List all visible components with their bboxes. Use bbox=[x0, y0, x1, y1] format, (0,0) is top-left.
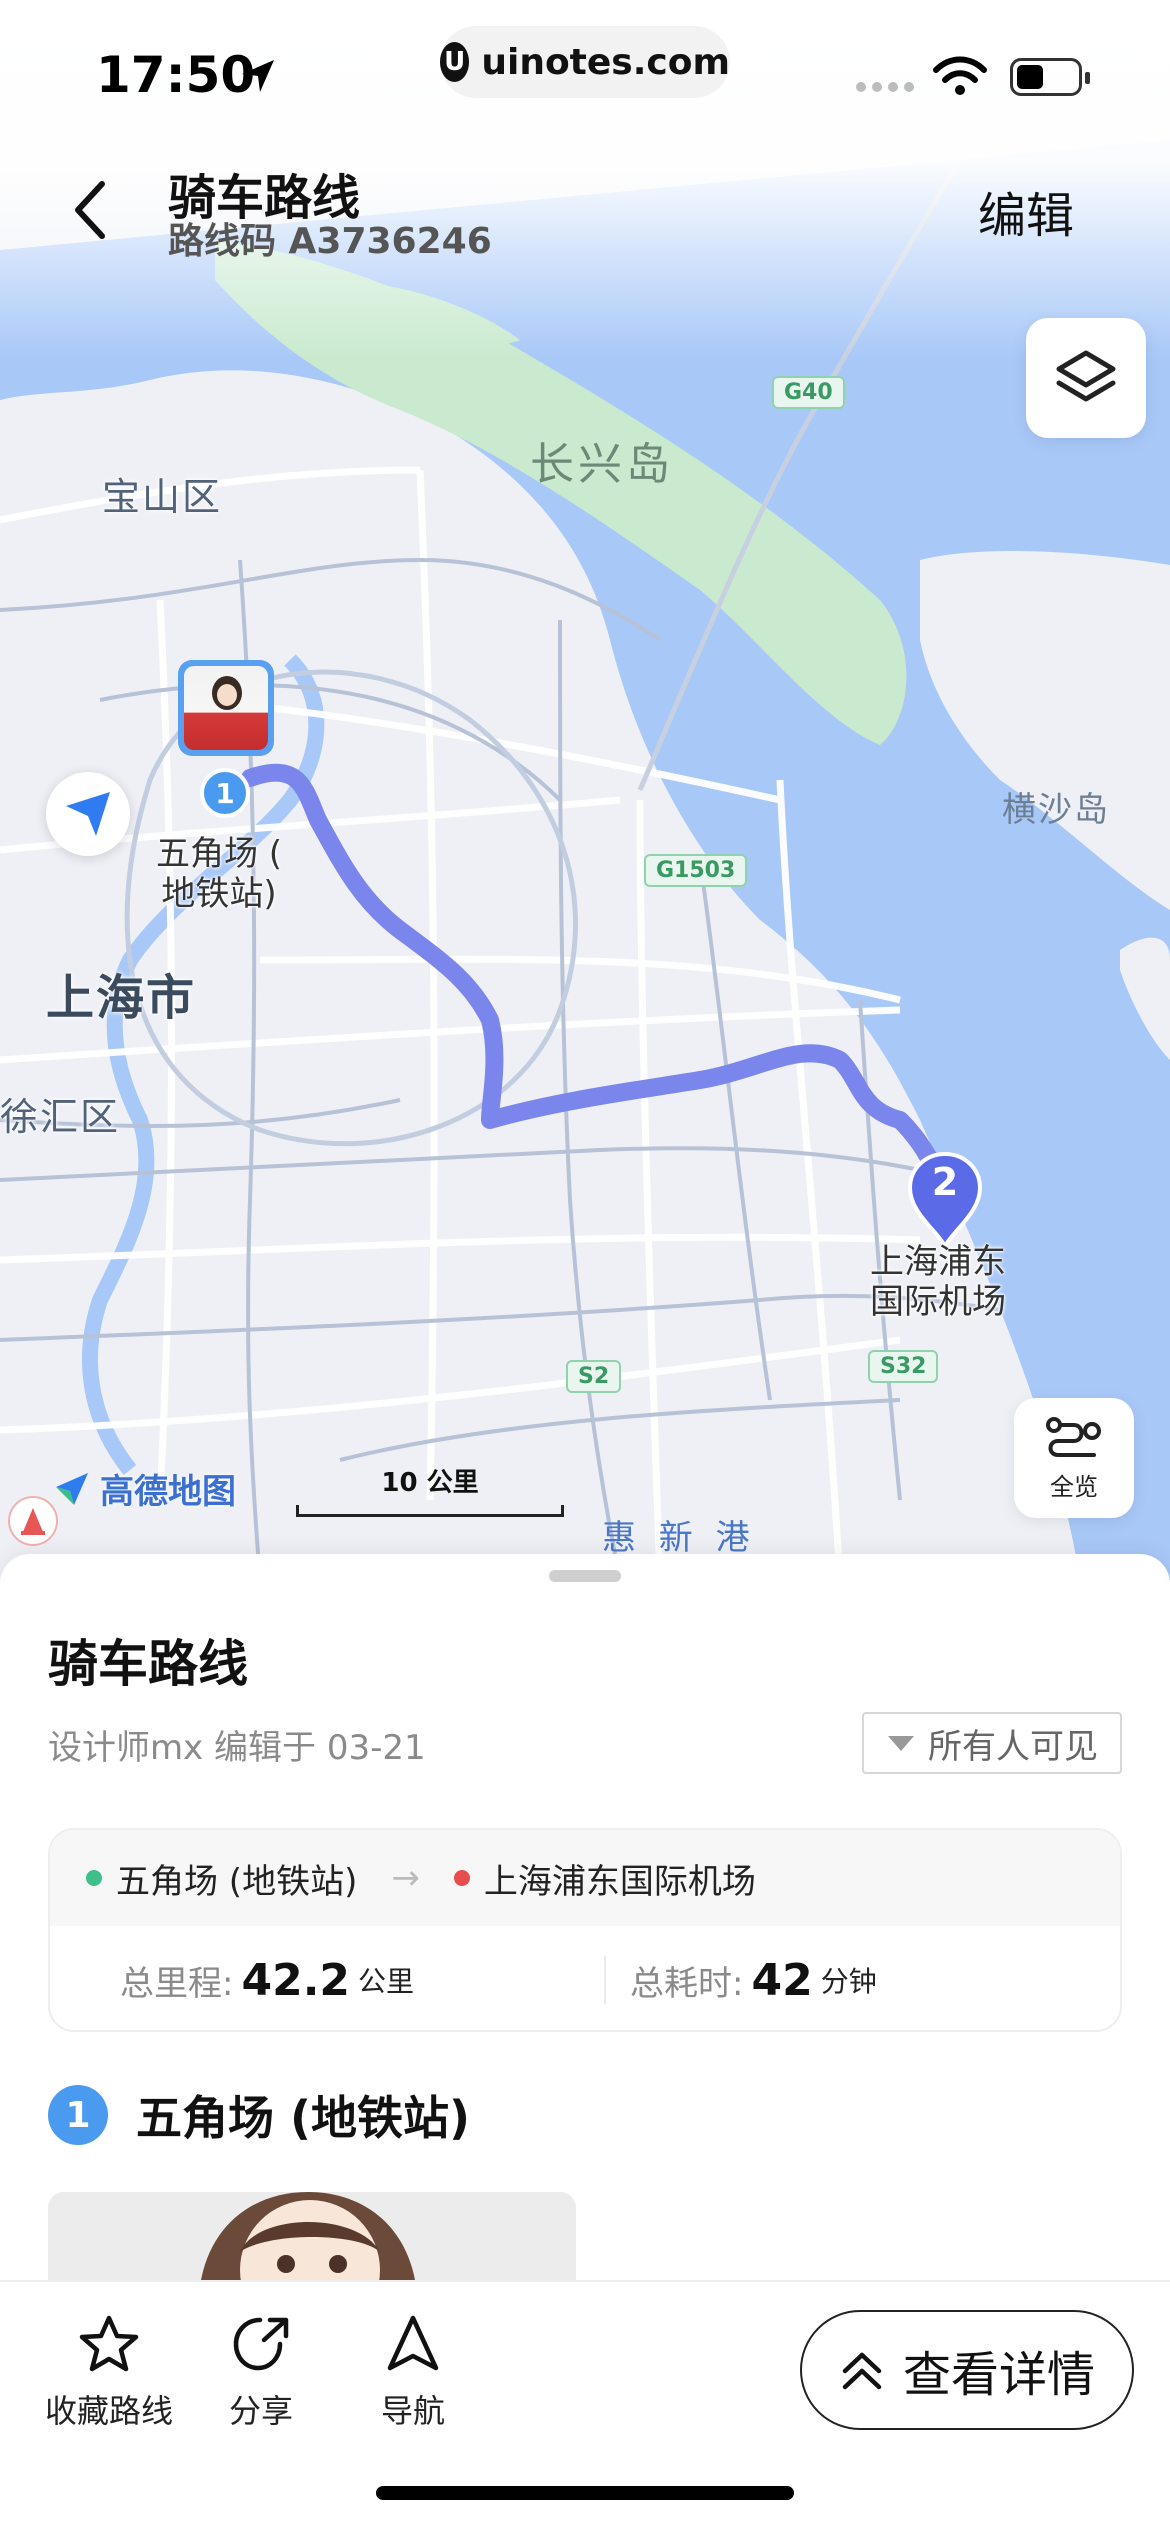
layers-icon bbox=[1056, 350, 1116, 402]
distance-unit: 公里 bbox=[358, 1965, 415, 1998]
double-chevron-up-icon bbox=[842, 2352, 882, 2390]
water-label-huixingang: 惠 新 港 bbox=[602, 1518, 756, 1558]
share-icon bbox=[233, 2317, 289, 2371]
start-label-line2: 地铁站) bbox=[161, 874, 277, 914]
overview-button[interactable]: 全览 bbox=[1014, 1398, 1134, 1518]
author-meta: 设计师mx 编辑于 03-21 bbox=[48, 1728, 426, 1768]
traffic-cone-icon[interactable] bbox=[8, 1496, 58, 1546]
star-icon bbox=[79, 2315, 139, 2372]
start-dot bbox=[86, 1870, 102, 1886]
edit-button[interactable]: 编辑 bbox=[978, 176, 1074, 246]
sheet-drag-handle[interactable] bbox=[549, 1570, 621, 1582]
location-arrow-icon bbox=[66, 792, 110, 836]
arrow-right-icon: → bbox=[391, 1858, 420, 1898]
island-label-hengsha: 横沙岛 bbox=[1002, 790, 1110, 830]
url-text: uinotes.com bbox=[481, 41, 730, 83]
stop-name: 五角场 (地铁站) bbox=[136, 2091, 471, 2145]
end-dot bbox=[453, 1870, 470, 1886]
navigate-label: 导航 bbox=[380, 2392, 445, 2430]
status-bar: 17:50 U uinotes.com bbox=[0, 0, 1170, 140]
highway-shield-s2: S2 bbox=[566, 1360, 622, 1393]
start-marker-label: 五角场 ( 地铁站) bbox=[156, 834, 282, 914]
distance-stat: 总里程: 42.2 公里 bbox=[120, 1926, 415, 2030]
favorite-label: 收藏路线 bbox=[44, 2392, 173, 2430]
navigation-arrow-icon bbox=[387, 2315, 439, 2371]
share-label: 分享 bbox=[228, 2392, 293, 2430]
route-summary-card: 五角场 (地铁站) → 上海浦东国际机场 总里程: 42.2 公里 总耗时: 4… bbox=[48, 1828, 1122, 2032]
favorite-route-button[interactable]: 收藏路线 bbox=[34, 2314, 184, 2432]
overview-label: 全览 bbox=[1050, 1472, 1098, 1501]
my-location-button[interactable] bbox=[46, 772, 130, 856]
duration-label: 总耗时: bbox=[630, 1963, 744, 2004]
duration-value: 42 bbox=[751, 1954, 813, 2006]
view-details-button[interactable]: 查看详情 bbox=[800, 2310, 1134, 2430]
start-photo-marker[interactable] bbox=[178, 660, 274, 756]
map-layers-button[interactable] bbox=[1026, 318, 1146, 438]
start-label-line1: 五角场 ( bbox=[156, 834, 283, 874]
map-scale: 10 公里 bbox=[296, 1462, 564, 1517]
chevron-left-icon bbox=[75, 181, 105, 239]
highway-shield-g1503: G1503 bbox=[644, 854, 748, 887]
caret-down-icon bbox=[888, 1736, 914, 1751]
visibility-label: 所有人可见 bbox=[928, 1726, 1098, 1767]
end-label-line2: 国际机场 bbox=[870, 1282, 1006, 1322]
view-details-label: 查看详情 bbox=[902, 2347, 1095, 2403]
url-pill[interactable]: U uinotes.com bbox=[440, 26, 730, 98]
duration-unit: 分钟 bbox=[820, 1965, 877, 1998]
highway-shield-g40: G40 bbox=[772, 376, 845, 409]
scale-bar bbox=[296, 1505, 564, 1517]
city-label-shanghai: 上海市 bbox=[46, 970, 197, 1026]
back-button[interactable] bbox=[60, 170, 120, 250]
route-stats: 总里程: 42.2 公里 总耗时: 42 分钟 bbox=[50, 1926, 1120, 2030]
distance-label: 总里程: bbox=[120, 1963, 234, 2004]
duration-stat: 总耗时: 42 分钟 bbox=[630, 1926, 877, 2030]
route-from: 五角场 (地铁站) bbox=[116, 1861, 358, 1902]
sheet-title: 骑车路线 bbox=[48, 1635, 248, 1693]
scale-label: 10 公里 bbox=[381, 1468, 479, 1498]
stop-item[interactable]: 1 五角场 (地铁站) bbox=[48, 2082, 470, 2148]
cellular-signal-icon bbox=[856, 82, 914, 92]
amap-logo: 高德地图 bbox=[52, 1464, 236, 1513]
island-label-changxing: 长兴岛 bbox=[530, 439, 674, 490]
stats-divider bbox=[604, 1956, 606, 2004]
start-pin[interactable]: 1 bbox=[200, 768, 250, 818]
amap-logo-icon bbox=[56, 1472, 88, 1505]
route-to: 上海浦东国际机场 bbox=[483, 1861, 756, 1902]
route-overview-icon bbox=[1046, 1416, 1101, 1457]
end-marker-label: 上海浦东 国际机场 bbox=[870, 1242, 1006, 1322]
end-label-line1: 上海浦东 bbox=[870, 1242, 1006, 1282]
amap-logo-text: 高德地图 bbox=[100, 1472, 236, 1512]
highway-shield-s32: S32 bbox=[868, 1350, 939, 1383]
distance-value: 42.2 bbox=[241, 1954, 351, 2006]
wifi-icon bbox=[933, 56, 987, 95]
end-pin-number: 2 bbox=[931, 1160, 959, 1204]
district-label-xuhui: 徐汇区 bbox=[0, 1095, 121, 1139]
status-time: 17:50 bbox=[96, 46, 256, 104]
site-logo-icon: U bbox=[440, 42, 470, 82]
route-endpoints: 五角场 (地铁站) → 上海浦东国际机场 bbox=[50, 1830, 1120, 1926]
stop-number-badge: 1 bbox=[48, 2085, 108, 2145]
navigate-button[interactable]: 导航 bbox=[338, 2314, 488, 2432]
share-button[interactable]: 分享 bbox=[186, 2314, 336, 2432]
battery-icon bbox=[1010, 58, 1090, 96]
visibility-dropdown[interactable]: 所有人可见 bbox=[862, 1712, 1122, 1774]
home-indicator bbox=[376, 2486, 794, 2500]
district-label-baoshan: 宝山区 bbox=[102, 475, 223, 519]
top-navigation: 骑车路线 路线码 A3736246 编辑 bbox=[0, 150, 1170, 270]
start-photo-thumbnail bbox=[184, 666, 268, 750]
route-code: 路线码 A3736246 bbox=[168, 221, 492, 262]
location-services-icon bbox=[242, 60, 274, 92]
